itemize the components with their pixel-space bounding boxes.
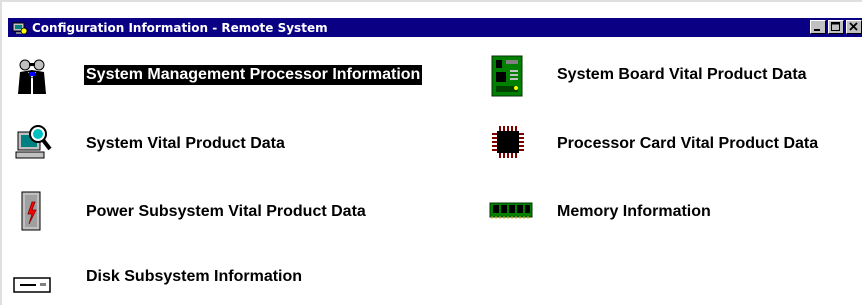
title-bar[interactable]: Configuration Information - Remote Syste…	[8, 18, 862, 37]
disk-drive-icon[interactable]	[12, 274, 54, 296]
power-subsystem-vital-product-data-item[interactable]: Power Subsystem Vital Product Data	[84, 202, 368, 222]
computer-magnifier-icon[interactable]	[12, 122, 52, 162]
disk-subsystem-information-item[interactable]: Disk Subsystem Information	[84, 267, 304, 287]
app-icon	[12, 20, 28, 36]
system-board-vital-product-data-item[interactable]: System Board Vital Product Data	[555, 65, 809, 85]
system-vital-product-data-item[interactable]: System Vital Product Data	[84, 134, 287, 154]
processor-card-vital-product-data-item[interactable]: Processor Card Vital Product Data	[555, 134, 820, 154]
minimize-button[interactable]	[810, 20, 826, 34]
close-button[interactable]	[846, 20, 862, 34]
maximize-button[interactable]	[828, 20, 844, 34]
power-supply-icon[interactable]	[16, 190, 48, 234]
configuration-window: Configuration Information - Remote Syste…	[0, 0, 862, 305]
processor-chip-icon[interactable]	[488, 122, 528, 162]
window-controls	[808, 20, 862, 34]
service-processor-icon[interactable]	[12, 58, 52, 98]
system-board-icon[interactable]	[488, 54, 528, 98]
memory-module-icon[interactable]	[488, 200, 534, 220]
minimize-icon	[814, 29, 820, 31]
memory-information-item[interactable]: Memory Information	[555, 202, 713, 222]
maximize-icon	[831, 22, 840, 31]
close-icon	[849, 22, 858, 31]
system-management-processor-information-item[interactable]: System Management Processor Information	[84, 65, 423, 85]
window-title: Configuration Information - Remote Syste…	[32, 20, 328, 35]
